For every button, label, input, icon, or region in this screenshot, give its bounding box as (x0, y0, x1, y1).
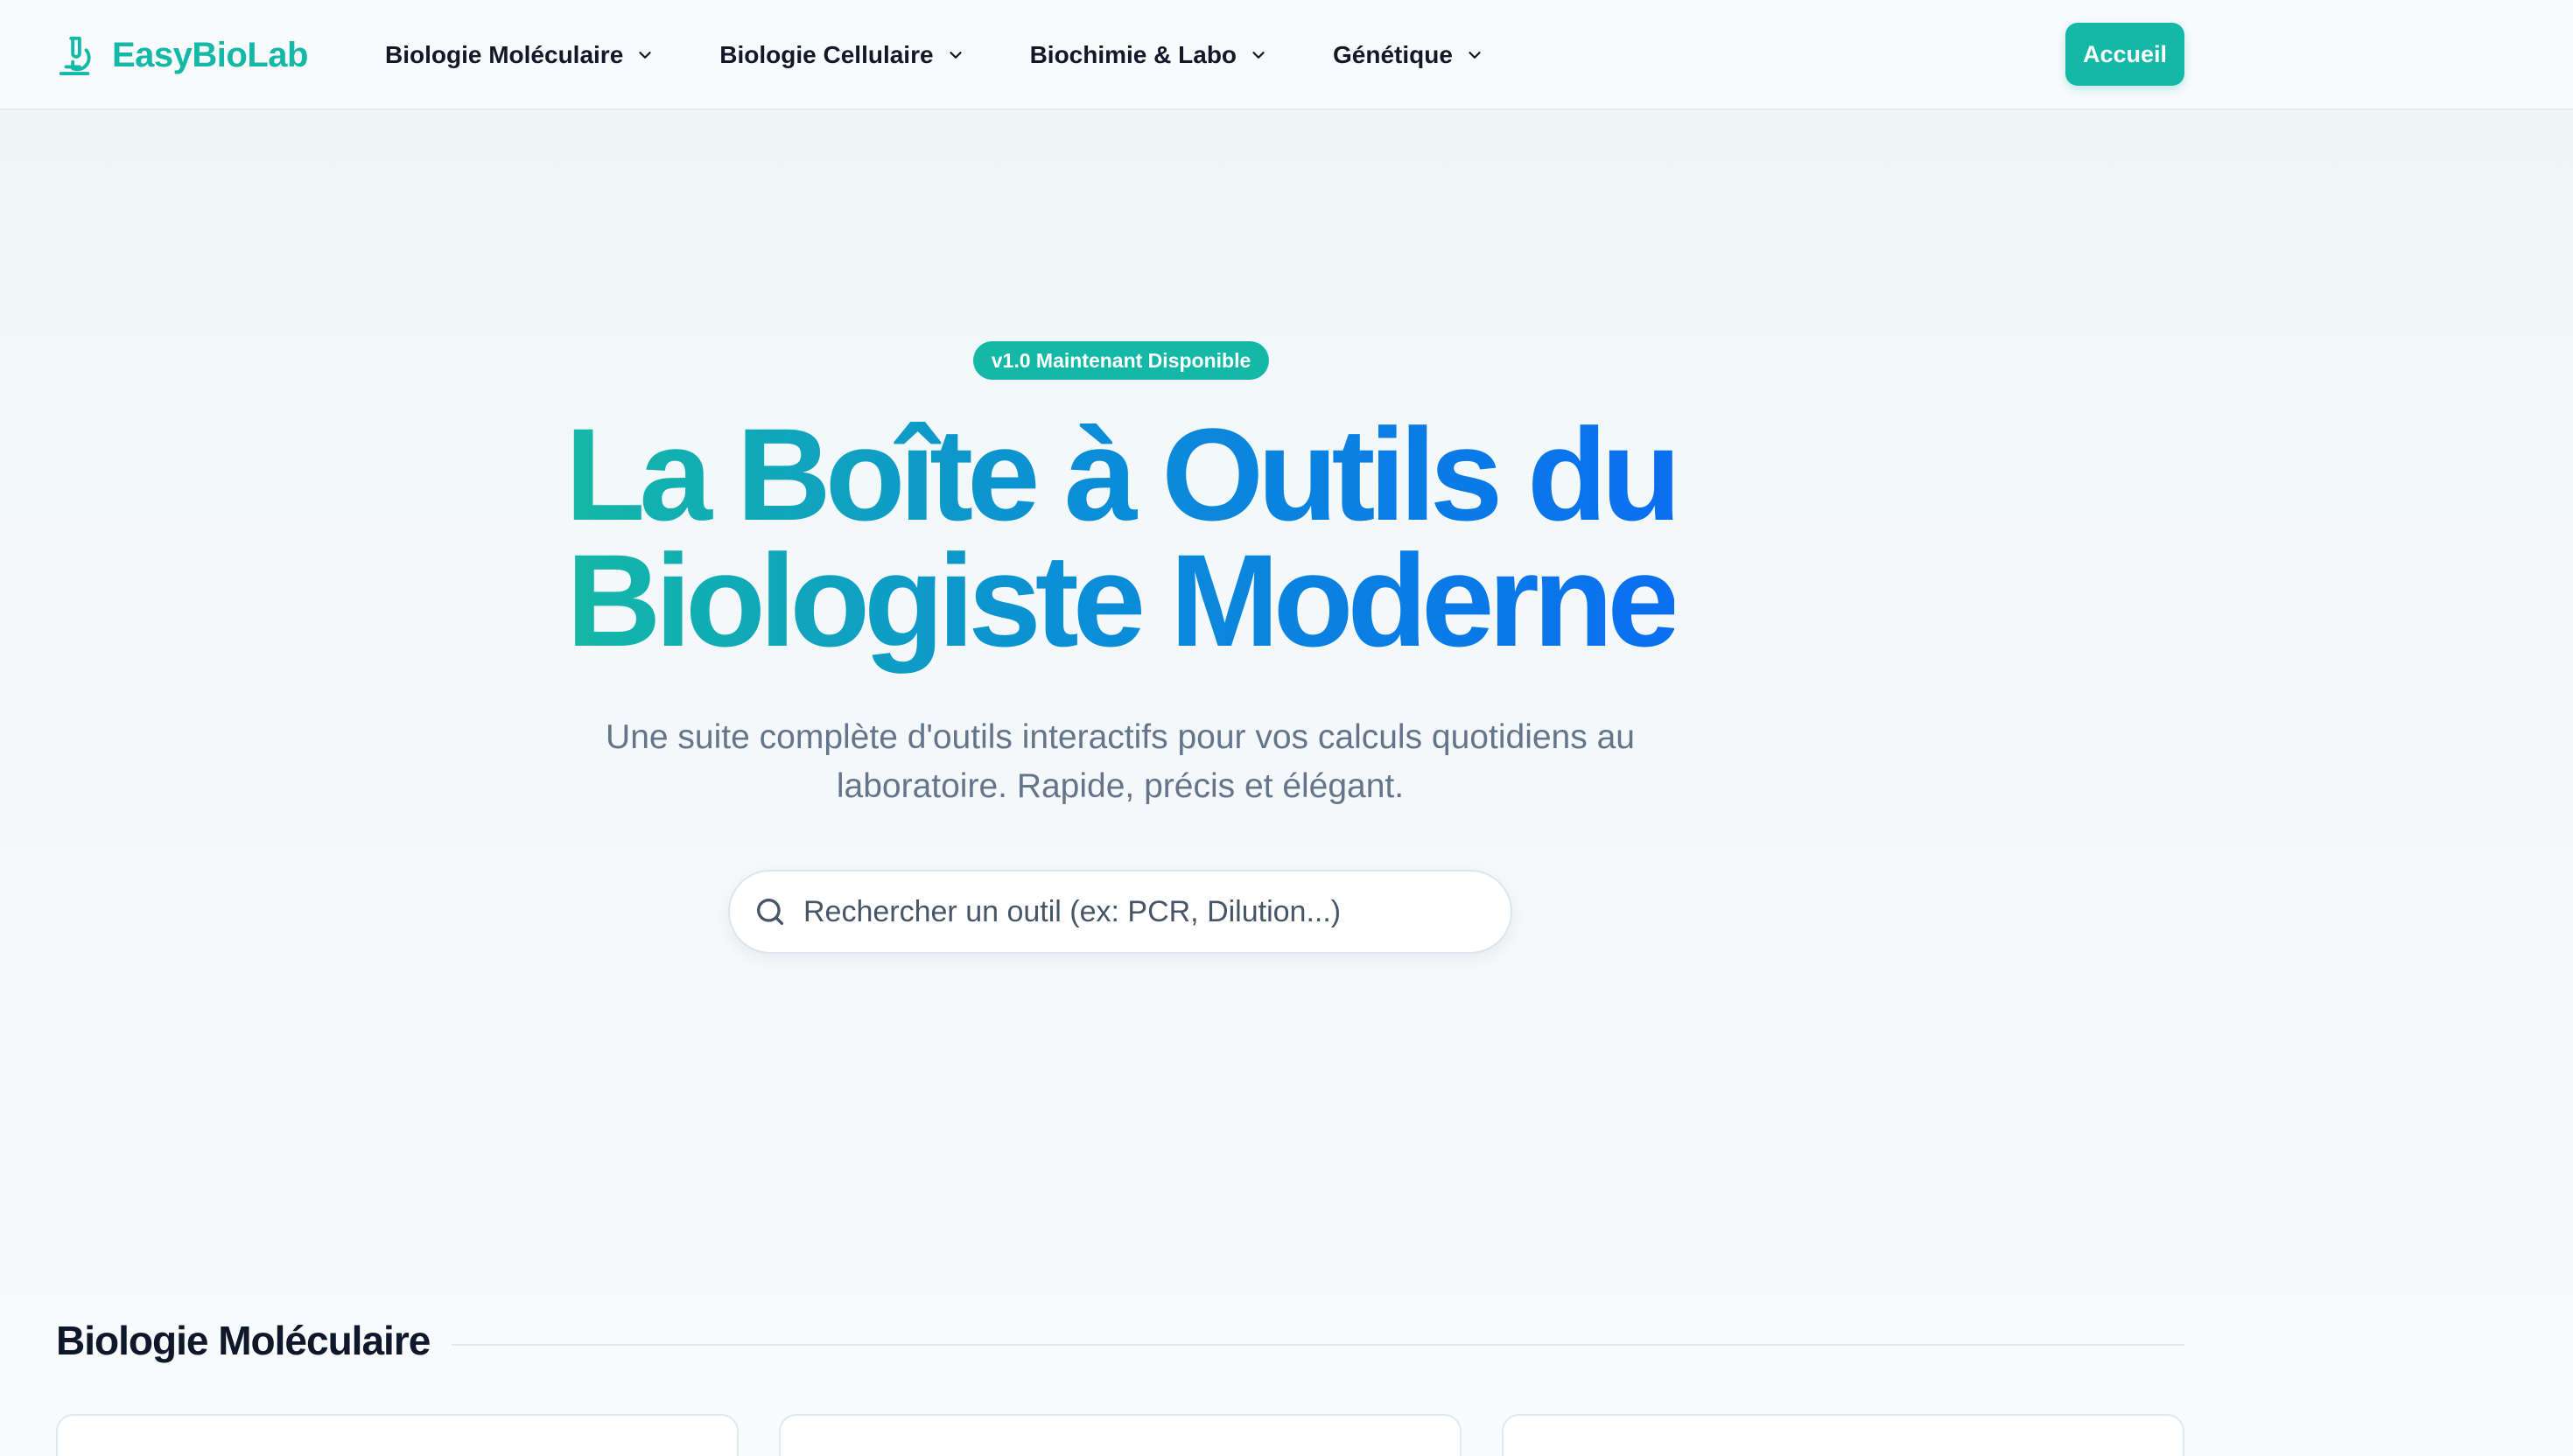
section-divider (452, 1344, 2184, 1346)
hero-subtitle: Une suite complète d'outils interactifs … (560, 713, 1680, 811)
hero-subtitle-line-2: laboratoire. Rapide, précis et élégant. (836, 767, 1405, 805)
hero-title-line-1: La Boîte à Outils du (564, 401, 1681, 548)
hero-title: La Boîte à Outils du Biologiste Moderne (490, 409, 1750, 666)
brand-logo[interactable]: EasyBioLab (56, 32, 308, 79)
section-title: Biologie Moléculaire (56, 1318, 431, 1363)
nav-item-label: Biochimie & Labo (1029, 41, 1237, 68)
nav-item-biologie-moleculaire[interactable]: Biologie Moléculaire (385, 41, 655, 69)
nav-item-label: Biologie Cellulaire (719, 41, 934, 68)
chevron-down-icon (1469, 52, 1481, 59)
tool-card[interactable] (779, 1414, 1462, 1456)
tool-card[interactable] (56, 1414, 739, 1456)
hero-title-line-2: Biologiste Moderne (566, 527, 1680, 674)
nav-item-label: Biologie Moléculaire (385, 41, 624, 68)
brand-name: EasyBioLab (112, 35, 308, 74)
nav-item-biochimie-labo[interactable]: Biochimie & Labo (1030, 41, 1268, 69)
home-button[interactable]: Accueil (2065, 23, 2184, 86)
chevron-down-icon (1252, 52, 1265, 59)
search-input[interactable] (803, 894, 1486, 929)
search-icon (757, 899, 783, 925)
chevron-down-icon (949, 52, 962, 59)
nav-item-biologie-cellulaire[interactable]: Biologie Cellulaire (719, 41, 964, 69)
tool-card[interactable] (1502, 1414, 2184, 1456)
chevron-down-icon (639, 52, 651, 59)
microscope-icon (59, 36, 91, 75)
search-bar[interactable] (728, 870, 1512, 954)
hero-subtitle-line-1: Une suite complète d'outils interactifs … (606, 718, 1635, 756)
nav-item-genetique[interactable]: Génétique (1333, 41, 1484, 69)
nav-item-label: Génétique (1333, 41, 1453, 68)
top-navbar: EasyBioLab Biologie Moléculaire Biologie… (0, 0, 2573, 110)
page: EasyBioLab Biologie Moléculaire Biologie… (0, 0, 2573, 1456)
version-badge: v1.0 Maintenant Disponible (973, 341, 1269, 380)
main-menu: Biologie Moléculaire Biologie Cellulaire… (385, 33, 1549, 77)
